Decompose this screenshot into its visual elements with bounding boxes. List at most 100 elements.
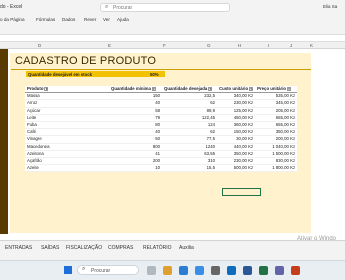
table-cell[interactable]: Azeitona — [25, 150, 109, 159]
table-cell[interactable]: 350,00 Kz — [255, 128, 298, 137]
header-preco-unitario[interactable]: Preço unitário ▾ — [255, 86, 298, 94]
table-cell[interactable]: 50 — [109, 135, 162, 144]
header-custo-unitario[interactable]: Custo unitário ▾ — [217, 86, 256, 94]
column-header-k[interactable]: K — [310, 43, 313, 48]
column-header-i[interactable]: I — [268, 43, 269, 48]
sheet-tab-relatorio[interactable]: RELATÓRIO — [143, 245, 172, 251]
word-icon[interactable] — [243, 266, 252, 275]
dropdown-arrow-icon[interactable]: ▾ — [208, 86, 213, 91]
dropdown-arrow-icon[interactable]: ▾ — [287, 86, 292, 91]
browser-icon[interactable] — [179, 266, 188, 275]
table-cell[interactable]: Massa — [25, 92, 109, 101]
table-cell[interactable]: 30,00 Kz — [217, 135, 256, 144]
table-cell[interactable]: Açafrão — [25, 157, 109, 166]
search-box[interactable]: ⌕ Procurar — [100, 3, 230, 12]
table-cell[interactable]: 41 — [109, 150, 162, 159]
sheet-tab-saidas[interactable]: SAÍDAS — [41, 245, 59, 251]
table-cell[interactable]: 655,00 Kz — [255, 114, 298, 123]
stock-value[interactable]: 50% — [150, 72, 159, 77]
table-cell[interactable]: Café — [25, 128, 109, 137]
table-cell[interactable]: 340,00 Kz — [217, 92, 256, 101]
outlook-icon[interactable] — [227, 266, 236, 275]
table-cell[interactable]: 125,00 Kz — [217, 107, 256, 115]
table-cell[interactable]: 230,00 Kz — [217, 157, 256, 166]
dropdown-arrow-icon[interactable]: ▾ — [249, 86, 254, 91]
table-cell[interactable]: 200 — [109, 157, 162, 166]
sheet-tab-compras[interactable]: COMPRAS — [108, 245, 133, 251]
edge-icon[interactable] — [195, 266, 204, 275]
table-cell[interactable]: 310 — [162, 157, 217, 166]
table-cell[interactable]: Açúcar — [25, 107, 109, 115]
table-cell[interactable]: 655,00 Kz — [255, 121, 298, 130]
table-cell[interactable]: 150,00 Kz — [217, 128, 256, 137]
dropdown-arrow-icon[interactable]: ▾ — [44, 86, 49, 91]
formula-bar[interactable] — [0, 34, 345, 42]
table-cell[interactable]: Macedonea — [25, 143, 109, 151]
table-cell[interactable]: 205,00 Kz — [255, 107, 298, 115]
table-cell[interactable]: 40 — [109, 99, 162, 108]
table-cell[interactable]: 500,00 Kz — [217, 164, 256, 173]
store-icon[interactable] — [211, 266, 220, 275]
table-cell[interactable]: 62 — [162, 128, 217, 137]
tab-view[interactable]: Ver — [103, 17, 110, 22]
dropdown-arrow-icon[interactable]: ▾ — [151, 86, 156, 91]
table-cell[interactable]: 150 — [109, 92, 162, 101]
table-cell[interactable]: 80 — [109, 121, 162, 130]
teams-icon[interactable] — [275, 266, 284, 275]
table-cell[interactable]: 535,00 Kz — [255, 92, 298, 101]
table-cell[interactable]: Vinagre — [25, 135, 109, 144]
sheet-tab-fiscalizacao[interactable]: FISCALIZAÇÃO — [66, 245, 102, 251]
column-header-d[interactable]: D — [38, 43, 41, 48]
table-cell[interactable]: 124 — [162, 121, 217, 130]
user-name[interactable]: Elia Sa — [323, 4, 337, 9]
table-cell[interactable]: 360,00 Kz — [217, 121, 256, 130]
table-cell[interactable]: 58 — [109, 107, 162, 115]
tab-page-layout[interactable]: o da Página — [0, 17, 25, 22]
windows-start-icon[interactable] — [64, 266, 72, 274]
table-cell[interactable]: Leite — [25, 114, 109, 123]
table-cell[interactable]: Fuba — [25, 121, 109, 130]
selected-cell[interactable] — [222, 188, 261, 196]
table-cell[interactable]: 10 — [109, 164, 162, 173]
excel-icon[interactable] — [259, 266, 268, 275]
table-cell[interactable]: Azeite — [25, 164, 109, 173]
table-cell[interactable]: Arroz — [25, 99, 109, 108]
table-cell[interactable]: 15,5 — [162, 164, 217, 173]
header-quantidade-desejada[interactable]: Quantidade desejada ▾ — [162, 86, 217, 94]
table-cell[interactable]: 450,00 Kz — [217, 114, 256, 123]
column-header-f[interactable]: F — [163, 43, 166, 48]
tab-formulas[interactable]: Fórmulas — [36, 17, 55, 22]
table-cell[interactable]: 40 — [109, 128, 162, 137]
sheet-tab-auxiliar[interactable]: Auxilia — [179, 245, 194, 251]
table-cell[interactable]: 830,00 Kz — [255, 157, 298, 166]
file-explorer-icon[interactable] — [163, 266, 172, 275]
table-cell[interactable]: 200,00 Kz — [255, 135, 298, 144]
tab-data[interactable]: Dados — [62, 17, 75, 22]
table-cell[interactable]: 232,5 — [162, 92, 217, 101]
column-header-e[interactable]: E — [108, 43, 111, 48]
table-cell[interactable]: 1240 — [162, 143, 217, 151]
column-header-j[interactable]: J — [290, 43, 292, 48]
table-cell[interactable]: 63,55 — [162, 150, 217, 159]
table-cell[interactable]: 350,00 Kz — [217, 150, 256, 159]
task-view-icon[interactable] — [147, 266, 156, 275]
tab-review[interactable]: Rever — [84, 17, 96, 22]
column-header-h[interactable]: H — [238, 43, 241, 48]
table-cell[interactable]: 1 040,00 Kz — [255, 143, 298, 151]
table-cell[interactable]: 122,45 — [162, 114, 217, 123]
table-cell[interactable]: 77,5 — [162, 135, 217, 144]
tab-help[interactable]: Ajuda — [117, 17, 129, 22]
table-cell[interactable]: 62 — [162, 99, 217, 108]
powerpoint-icon[interactable] — [291, 266, 300, 275]
header-produto[interactable]: Produto ▾ — [25, 86, 109, 94]
table-cell[interactable]: 79 — [109, 114, 162, 123]
table-cell[interactable]: 800 — [109, 143, 162, 151]
taskbar-search[interactable]: ⌕ Procurar — [77, 265, 139, 275]
table-cell[interactable]: 440,00 Kz — [217, 143, 256, 151]
table-cell[interactable]: 1 500,00 Kz — [255, 150, 298, 159]
header-quantidade-minima[interactable]: Quantidade mínima ▾ — [109, 86, 162, 94]
sheet-tab-entradas[interactable]: ENTRADAS — [5, 245, 32, 251]
table-cell[interactable]: 89,9 — [162, 107, 217, 115]
table-cell[interactable]: 1 800,00 Kz — [255, 164, 298, 173]
table-cell[interactable]: 230,00 Kz — [217, 99, 256, 108]
